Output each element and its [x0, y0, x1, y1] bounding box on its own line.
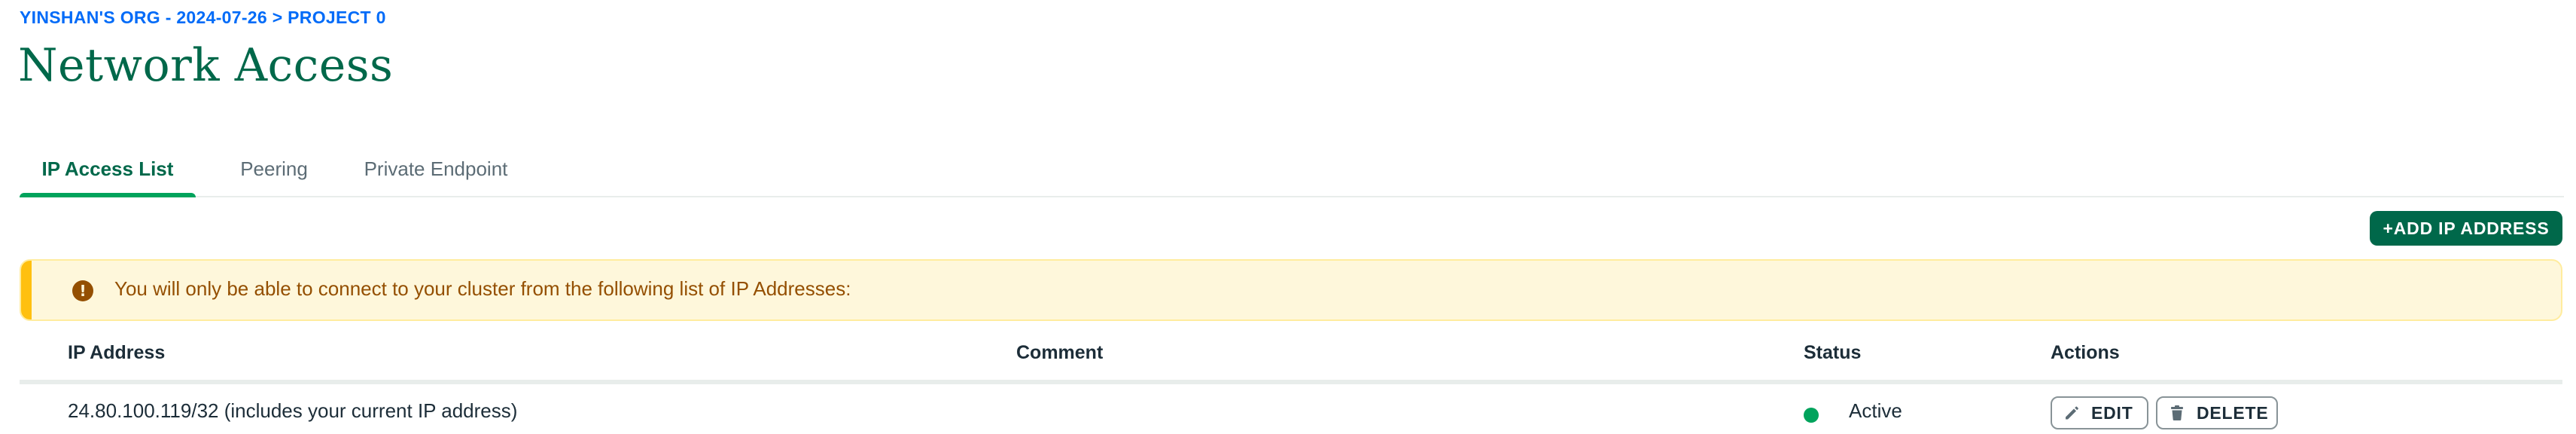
- banner-accent-bar: [21, 261, 32, 319]
- header-status: Status: [1804, 342, 1862, 363]
- add-ip-address-label: ADD IP ADDRESS: [2393, 218, 2550, 238]
- ip-address-note: (includes your current IP address): [224, 399, 518, 422]
- breadcrumb-project-link[interactable]: PROJECT 0: [288, 8, 386, 27]
- pencil-icon: [2061, 402, 2082, 423]
- breadcrumb-separator: >: [272, 8, 283, 27]
- tab-bar: IP Access List Peering Private Endpoint: [20, 142, 2564, 197]
- add-ip-address-button[interactable]: + ADD IP ADDRESS: [2370, 211, 2562, 246]
- banner-text: You will only be able to connect to your…: [114, 277, 851, 300]
- header-ip-address: IP Address: [68, 342, 166, 363]
- page-title: Network Access: [18, 39, 394, 92]
- plus-icon: +: [2383, 218, 2394, 238]
- header-comment: Comment: [1016, 342, 1104, 363]
- status-text: Active: [1849, 399, 1902, 422]
- table-header: IP Address Comment Status Actions: [20, 332, 2562, 384]
- status-active-dot: [1804, 408, 1819, 423]
- trash-icon: [2166, 402, 2188, 423]
- warning-banner: ! You will only be able to connect to yo…: [20, 259, 2562, 321]
- delete-label: DELETE: [2197, 402, 2269, 423]
- tab-peering[interactable]: Peering: [203, 142, 345, 196]
- header-actions: Actions: [2051, 342, 2120, 363]
- table-row: 24.80.100.119/32 (includes your current …: [20, 386, 2562, 434]
- breadcrumb-org-link[interactable]: YINSHAN'S ORG - 2024-07-26: [20, 8, 267, 27]
- tab-ip-access-list[interactable]: IP Access List: [20, 142, 196, 197]
- edit-label: EDIT: [2091, 402, 2133, 423]
- ip-address-cell: 24.80.100.119/32 (includes your current …: [68, 399, 517, 423]
- edit-button[interactable]: EDIT: [2051, 396, 2148, 429]
- delete-button[interactable]: DELETE: [2156, 396, 2278, 429]
- breadcrumb: YINSHAN'S ORG - 2024-07-26 > PROJECT 0: [20, 8, 386, 28]
- warning-icon: !: [72, 280, 93, 301]
- tab-private-endpoint[interactable]: Private Endpoint: [334, 142, 537, 196]
- ip-address-value: 24.80.100.119/32: [68, 399, 219, 422]
